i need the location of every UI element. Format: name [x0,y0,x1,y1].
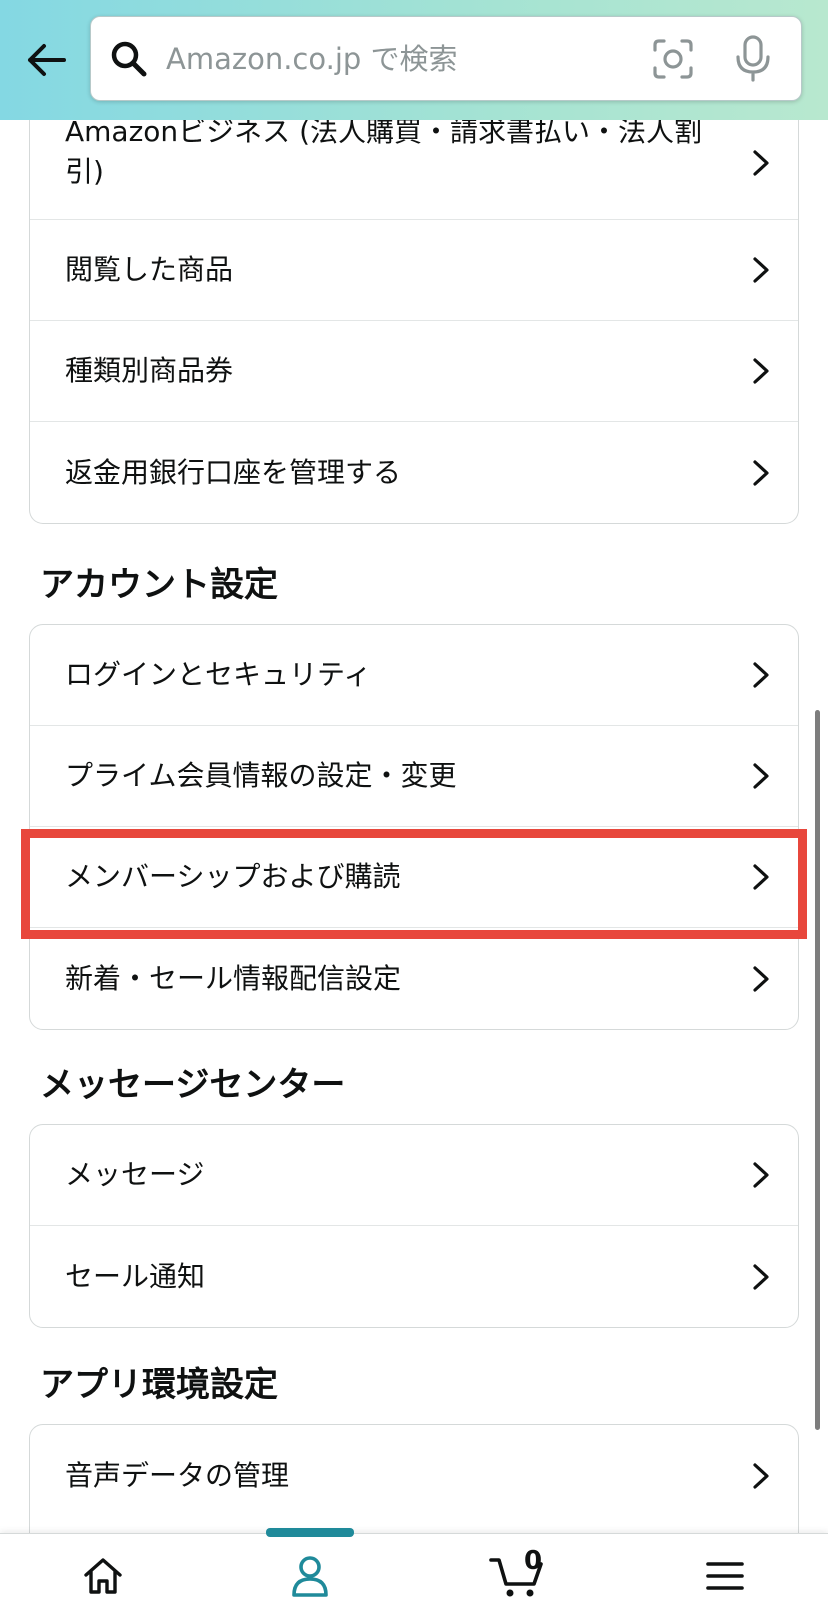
list-item-label: 返金用銀行口座を管理する [65,455,402,489]
section-title-app-settings: アプリ環境設定 [40,1365,278,1405]
chevron-right-icon [753,864,769,890]
list-item-sale-notifications[interactable]: セール通知 [30,1226,798,1327]
list-item-label: セール通知 [65,1259,206,1293]
app-settings-card: 音声データの管理 [29,1424,799,1533]
list-item-label: メッセージ [65,1158,205,1191]
list-item-gift-cards[interactable]: 種類別商品券 [30,321,798,422]
header-bar [0,0,828,120]
list-item-label: メンバーシップおよび購読 [65,860,401,893]
list-item-label: プライム会員情報の設定・変更 [65,759,457,792]
person-icon [292,1556,328,1597]
chevron-right-icon [753,763,769,789]
search-input[interactable] [166,31,626,87]
list-item-amazon-business[interactable]: Amazonビジネス (法人購買・請求書払い・法人割引) [30,120,798,220]
chevron-right-icon [753,257,769,283]
list-item-label: 種類別商品券 [65,354,234,387]
list-item-refund-bank-account[interactable]: 返金用銀行口座を管理する [30,422,798,523]
search-icon[interactable] [109,39,149,79]
list-item-browsing-history[interactable]: 閲覧した商品 [30,220,798,321]
camera-scan-icon[interactable] [651,37,695,81]
nav-menu[interactable] [680,1534,770,1617]
account-menu-content: Amazonビジネス (法人購買・請求書払い・法人割引) 閲覧した商品 種類別商… [0,120,828,1533]
account-settings-card: ログインとセキュリティ プライム会員情報の設定・変更 メンバーシップおよび購読 … [29,624,799,1030]
list-item-label: Amazonビジネス (法人購買・請求書払い・法人割引) [65,120,702,188]
scrollbar[interactable] [815,710,820,1430]
cart-count-badge: 0 [523,1546,543,1576]
hamburger-menu-icon [706,1562,744,1590]
chevron-right-icon [753,358,769,384]
list-item-deal-notifications-settings[interactable]: 新着・セール情報配信設定 [30,928,798,1029]
list-item-label: ログインとセキュリティ [65,658,372,691]
account-links-card: Amazonビジネス (法人購買・請求書払い・法人割引) 閲覧した商品 種類別商… [29,120,799,524]
list-item-label: 新着・セール情報配信設定 [65,961,402,995]
list-item-messages[interactable]: メッセージ [30,1125,798,1226]
chevron-right-icon [753,1462,769,1489]
search-box[interactable] [90,16,802,101]
back-button[interactable] [18,32,74,88]
chevron-right-icon [753,1162,769,1188]
list-item-prime-settings[interactable]: プライム会員情報の設定・変更 [30,726,798,827]
bottom-navigation [0,1528,828,1617]
home-icon [84,1558,122,1594]
list-item-memberships-subscriptions[interactable]: メンバーシップおよび購読 [30,827,798,928]
section-title-account-settings: アカウント設定 [40,565,278,605]
nav-home[interactable] [58,1534,148,1617]
nav-cart[interactable] [472,1534,562,1617]
nav-account[interactable] [265,1534,355,1617]
list-item-login-security[interactable]: ログインとセキュリティ [30,625,798,726]
chevron-right-icon [753,662,769,688]
chevron-right-icon [753,149,769,176]
chevron-right-icon [753,965,769,992]
list-item-label: 音声データの管理 [65,1458,290,1492]
message-center-card: メッセージ セール通知 [29,1124,799,1328]
chevron-right-icon [753,459,769,486]
list-item-label: 閲覧した商品 [65,253,234,286]
microphone-icon[interactable] [733,35,773,83]
section-title-message-center: メッセージセンター [40,1065,346,1105]
arrow-left-icon [28,44,66,76]
chevron-right-icon [753,1263,769,1290]
list-item-voice-data[interactable]: 音声データの管理 [30,1425,798,1526]
